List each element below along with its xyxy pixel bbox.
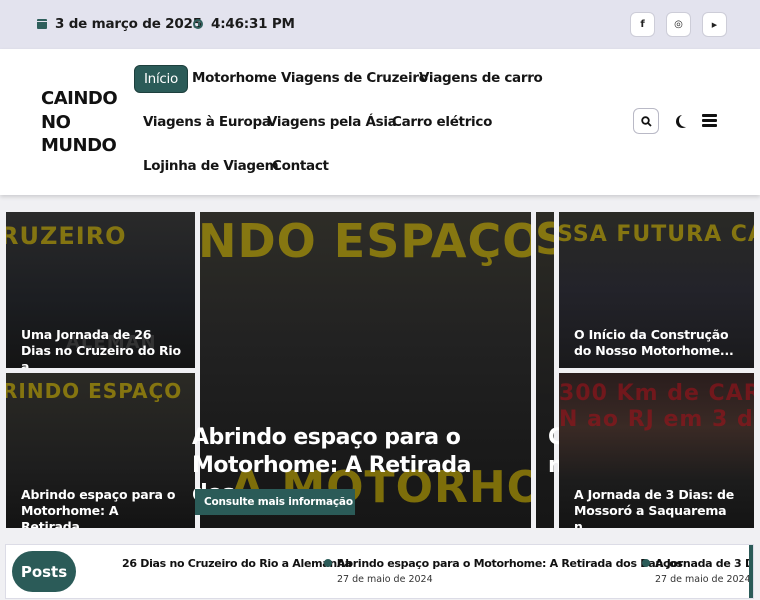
- youtube-icon[interactable]: ▶: [702, 12, 727, 37]
- nav-viagens-de-cruzeiro[interactable]: Viagens de Cruzeiro: [281, 70, 428, 86]
- top-bar: 3 de março de 2025 4:46:31 PM f ◎ ▶: [0, 0, 760, 49]
- time-text: 4:46:31 PM: [211, 16, 295, 32]
- hamburger-menu-icon[interactable]: [702, 114, 717, 127]
- facebook-icon[interactable]: f: [630, 12, 655, 37]
- post-card-inicio-construcao[interactable]: SSA FUTURA CA O Início da Construção do …: [559, 212, 754, 368]
- site-logo[interactable]: CAINDO NO MUNDO: [41, 87, 121, 158]
- date-display: 3 de março de 2025: [37, 16, 202, 32]
- nav-viagens-de-carro[interactable]: Viagens de carro: [419, 70, 543, 86]
- post-card-cruzeiro[interactable]: RUZEIRO ALEMAN Uma Jornada de 26 Dias no…: [6, 212, 195, 368]
- ticker-item[interactable]: A Jornada de 3 D 27 de maio de 2024: [642, 557, 750, 585]
- clock-icon: [193, 19, 203, 29]
- ticker-item[interactable]: 26 Dias no Cruzeiro do Rio a Alemanha: [122, 557, 352, 570]
- time-display: 4:46:31 PM: [193, 16, 295, 32]
- slider-next-card-edge[interactable]: S: [536, 212, 554, 528]
- instagram-icon[interactable]: ◎: [666, 12, 691, 37]
- nav-motorhome[interactable]: Motorhome: [192, 70, 277, 86]
- site-header: CAINDO NO MUNDO Início Motorhome Viagens…: [0, 49, 760, 195]
- read-more-button[interactable]: Consulte mais informação: [195, 489, 355, 515]
- posts-ticker: Posts 26 Dias no Cruzeiro do Rio a Alema…: [5, 544, 754, 599]
- dark-mode-toggle-icon[interactable]: [679, 114, 692, 127]
- bullet-icon: [642, 559, 650, 567]
- nav-carro-eletrico[interactable]: Carro elétrico: [392, 114, 492, 130]
- search-button[interactable]: [633, 108, 659, 134]
- posts-label: Posts: [12, 551, 76, 592]
- post-card-title: O Início da Construção do Nosso Motorhom…: [574, 327, 734, 358]
- nav-lojinha-de-viagem[interactable]: Lojinha de Viagem: [143, 158, 279, 174]
- post-card-motorhome-espaco[interactable]: RINDO ESPAÇO Abrindo espaço para o Motor…: [6, 373, 195, 528]
- calendar-icon: [37, 19, 47, 29]
- ticker-item[interactable]: Abrindo espaço para o Motorhome: A Retir…: [324, 557, 683, 585]
- nav-viagens-europa[interactable]: Viagens à Europa: [143, 114, 271, 130]
- nav-viagens-asia[interactable]: Viagens pela Ásia: [267, 114, 397, 130]
- post-card-title: Abrindo espaço para o Motorhome: A Retir…: [21, 487, 176, 528]
- post-card-title: A Jornada de 3 Dias: de Mossoró a Saquar…: [574, 487, 735, 528]
- search-icon: [640, 115, 652, 127]
- post-card-title: Uma Jornada de 26 Dias no Cruzeiro do Ri…: [21, 327, 181, 368]
- post-card-jornada-3-dias[interactable]: 300 Km de CARRO N ao RJ em 3 di A Jornad…: [559, 373, 754, 528]
- nav-inicio[interactable]: Início: [134, 65, 188, 93]
- nav-contact[interactable]: Contact: [272, 158, 329, 174]
- date-text: 3 de março de 2025: [55, 16, 202, 32]
- bullet-icon: [324, 559, 332, 567]
